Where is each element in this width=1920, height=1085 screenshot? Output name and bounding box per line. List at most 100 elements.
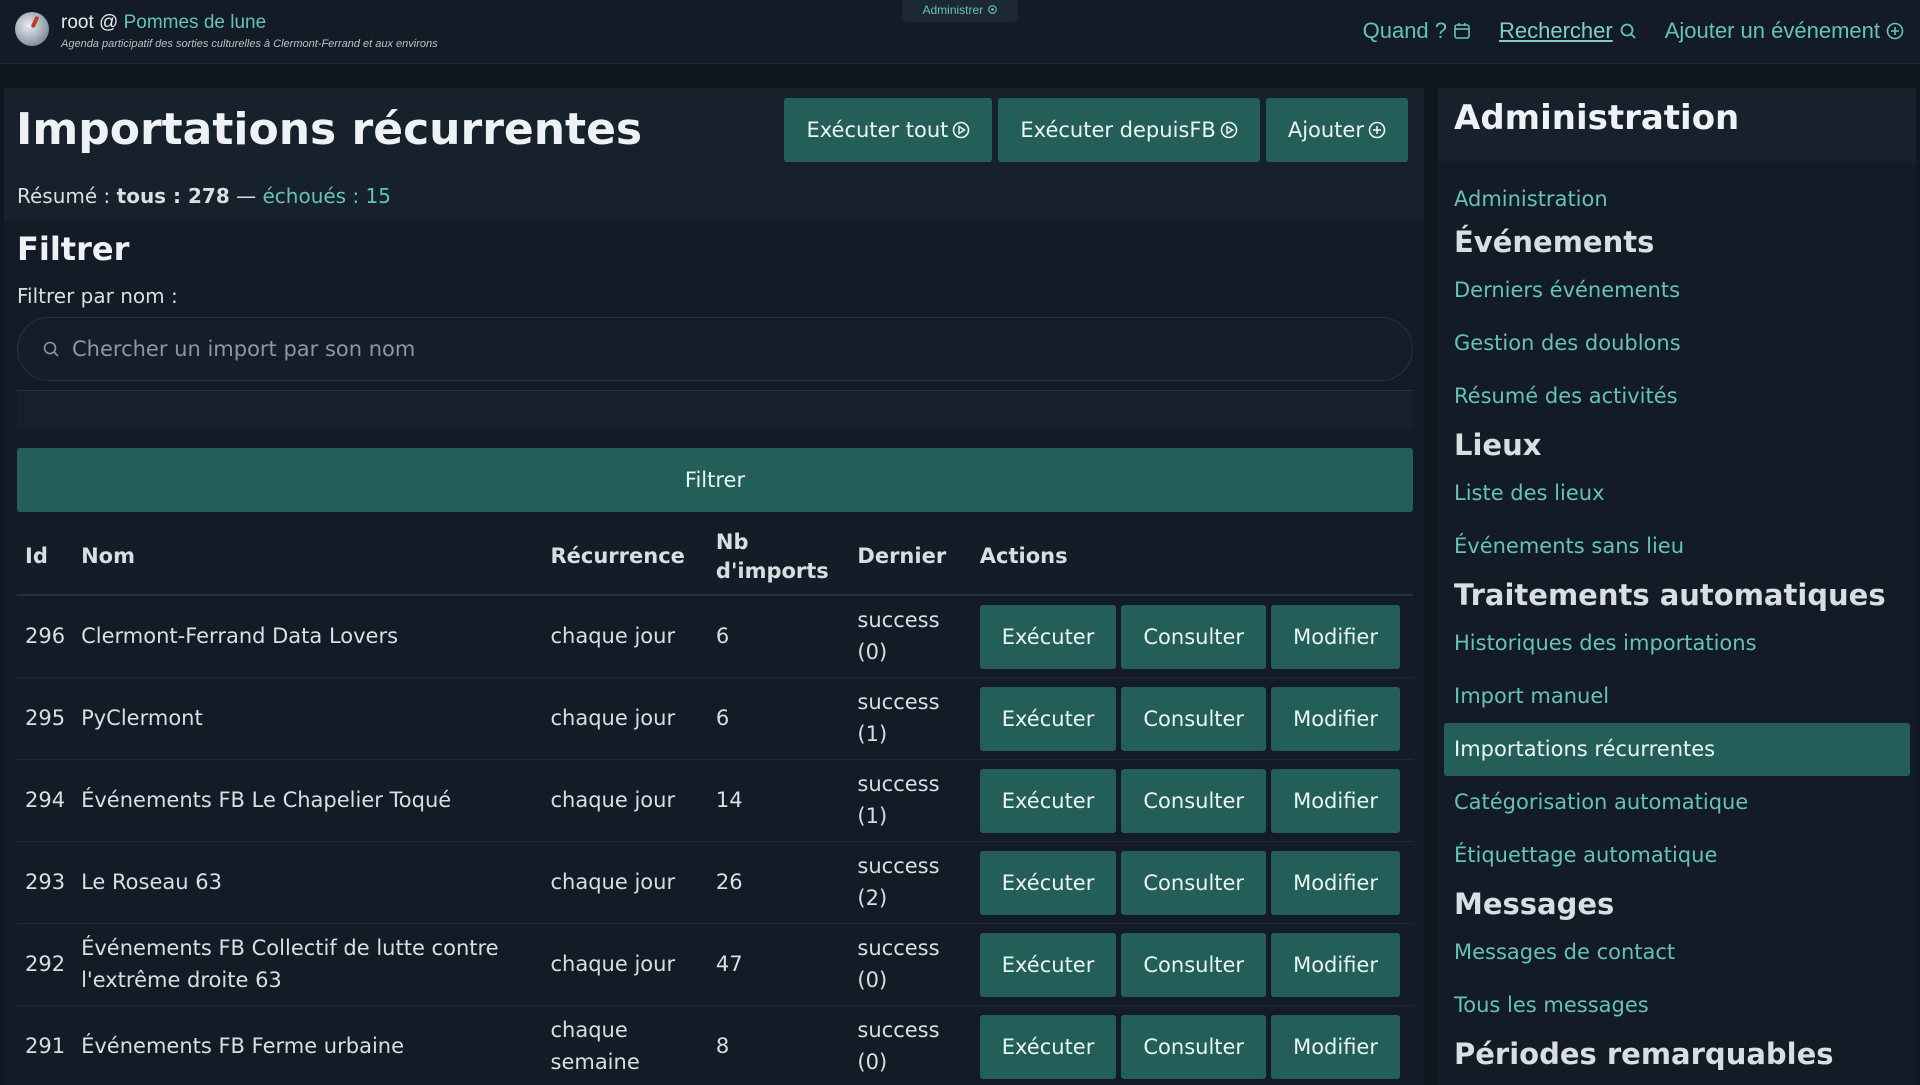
run-all-label: Exécuter tout: [806, 118, 949, 142]
play-circle-icon: [953, 121, 970, 139]
sidebar-item-active[interactable]: Importations récurrentes: [1444, 723, 1910, 776]
sidebar-title: Administration: [1454, 98, 1740, 138]
gear-icon: [987, 5, 997, 14]
sidebar-item[interactable]: Événements sans lieu: [1438, 520, 1916, 573]
sidebar-section-title: Périodes remarquables: [1454, 1037, 1834, 1071]
site-logo-icon[interactable]: [15, 12, 49, 46]
edit-button[interactable]: Modifier: [1271, 604, 1400, 669]
run-button[interactable]: Exécuter: [979, 686, 1117, 751]
view-button[interactable]: Consulter: [1121, 850, 1267, 915]
view-button[interactable]: Consulter: [1121, 686, 1267, 751]
sidebar-item[interactable]: Administration: [1438, 178, 1916, 220]
admin-sidebar: Administration Administration Événements D…: [1438, 88, 1916, 1085]
table-row: 292 Événements FB Collectif de lutte cont…: [17, 923, 1413, 1006]
cell-id: 296: [17, 595, 74, 678]
cell-import-count: 8: [707, 1005, 850, 1085]
cell-import-count: 47: [707, 923, 850, 1006]
sidebar-item[interactable]: Liste des lieux: [1438, 467, 1916, 520]
administer-button[interactable]: Administrer: [902, 0, 1018, 22]
cell-last-status: success (0): [849, 595, 972, 678]
sidebar-item[interactable]: Étiquettage automatique: [1438, 829, 1916, 882]
top-nav-links: Quand ? Rechercher Ajouter un événement: [1363, 18, 1904, 44]
administer-label: Administrer: [922, 3, 984, 17]
table-row: 295 PyClermont chaque jour 6 success (1) Exéc…: [17, 677, 1413, 760]
cell-id: 291: [17, 1005, 74, 1085]
view-button[interactable]: Consulter: [1121, 768, 1267, 833]
sidebar-item[interactable]: Tous les messages: [1438, 979, 1916, 1032]
run-from-fb-button[interactable]: Exécuter depuisFB: [998, 98, 1260, 162]
column-header: Actions: [971, 520, 1413, 596]
calendar-icon: [1454, 23, 1470, 39]
cell-last-status: success (0): [849, 1005, 972, 1085]
sidebar-item[interactable]: Historiques des importations: [1438, 617, 1916, 670]
run-from-fb-label: Exécuter depuisFB: [1020, 118, 1216, 142]
cell-id: 292: [17, 923, 74, 1006]
column-header: Nom: [73, 520, 543, 596]
view-button[interactable]: Consulter: [1121, 604, 1267, 669]
nav-search-link[interactable]: Rechercher: [1499, 18, 1637, 44]
run-all-button[interactable]: Exécuter tout: [784, 98, 993, 162]
cell-name: Le Roseau 63: [73, 841, 543, 924]
search-field: [17, 317, 1413, 381]
cell-actions: Exécuter Consulter Modifier: [971, 759, 1413, 842]
sidebar-item[interactable]: Import manuel: [1438, 670, 1916, 723]
sidebar-item[interactable]: Résumé des activités: [1438, 370, 1916, 423]
add-import-label: Ajouter: [1287, 118, 1364, 142]
table-header-row: Id Nom Récurrence Nb d'imports Dernier Action…: [17, 520, 1413, 596]
sidebar-item[interactable]: Catégorisation automatique: [1438, 776, 1916, 829]
cell-actions: Exécuter Consulter Modifier: [971, 841, 1413, 924]
add-import-button[interactable]: Ajouter: [1265, 98, 1408, 162]
sidebar-section-title: Lieux: [1454, 428, 1542, 462]
edit-button[interactable]: Modifier: [1271, 686, 1400, 751]
cell-import-count: 6: [707, 677, 850, 760]
search-icon: [1620, 23, 1636, 39]
view-button[interactable]: Consulter: [1121, 1014, 1267, 1079]
run-button[interactable]: Exécuter: [979, 1014, 1117, 1079]
cell-actions: Exécuter Consulter Modifier: [971, 923, 1413, 1006]
current-user: root @: [61, 12, 119, 33]
cell-last-status: success (2): [849, 841, 972, 924]
cell-last-status: success (1): [849, 677, 972, 760]
summary-separator: —: [236, 184, 257, 208]
sidebar-item[interactable]: Gestion des doublons: [1438, 317, 1916, 370]
plus-circle-icon: [1368, 121, 1386, 139]
sidebar-section-title: Traitements automatiques: [1454, 578, 1886, 612]
edit-button[interactable]: Modifier: [1271, 932, 1400, 997]
cell-import-count: 26: [707, 841, 850, 924]
filter-title: Filtrer: [17, 230, 130, 268]
run-button[interactable]: Exécuter: [979, 768, 1117, 833]
table-row: 294 Événements FB Le Chapelier Toqué chaqu…: [17, 759, 1413, 842]
edit-button[interactable]: Modifier: [1271, 850, 1400, 915]
column-header: Nb d'imports: [707, 520, 850, 596]
nav-when-link[interactable]: Quand ?: [1363, 18, 1471, 44]
run-button[interactable]: Exécuter: [979, 850, 1117, 915]
search-input[interactable]: [70, 336, 1374, 362]
table-row: 291 Événements FB Ferme urbaine chaque sem…: [17, 1005, 1413, 1085]
table-row: 293 Le Roseau 63 chaque jour 26 success (2) E…: [17, 841, 1413, 924]
brand-link[interactable]: Pommes de lune: [124, 12, 267, 33]
filter-button[interactable]: Filtrer: [17, 448, 1413, 512]
cell-actions: Exécuter Consulter Modifier: [971, 595, 1413, 678]
cell-recurrence: chaque jour: [542, 923, 708, 1006]
sidebar-item[interactable]: Messages de contact: [1438, 926, 1916, 979]
run-button[interactable]: Exécuter: [979, 932, 1117, 997]
site-tagline: Agenda participatif des sorties culturel…: [61, 38, 438, 50]
summary-label: Résumé :: [17, 184, 111, 208]
sidebar-item[interactable]: Derniers événements: [1438, 264, 1916, 317]
filter-name-label: Filtrer par nom :: [17, 284, 178, 308]
summary-all-count[interactable]: tous : 278: [117, 184, 230, 208]
summary-failed-link[interactable]: échoués : 15: [262, 184, 391, 208]
nav-add-event-link[interactable]: Ajouter un événement: [1665, 18, 1904, 44]
header-actions: Exécuter tout Exécuter depuisFB Ajouter: [784, 98, 1408, 162]
run-button[interactable]: Exécuter: [979, 604, 1117, 669]
edit-button[interactable]: Modifier: [1271, 1014, 1400, 1079]
sidebar-section-title: Messages: [1454, 887, 1615, 921]
cell-import-count: 14: [707, 759, 850, 842]
edit-button[interactable]: Modifier: [1271, 768, 1400, 833]
cell-import-count: 6: [707, 595, 850, 678]
cell-name: Événements FB Collectif de lutte contre …: [73, 923, 543, 1006]
cell-recurrence: chaque semaine: [542, 1005, 708, 1085]
view-button[interactable]: Consulter: [1121, 932, 1267, 997]
sidebar-section-title: Événements: [1454, 225, 1655, 259]
nav-search-label: Rechercher: [1499, 18, 1613, 43]
